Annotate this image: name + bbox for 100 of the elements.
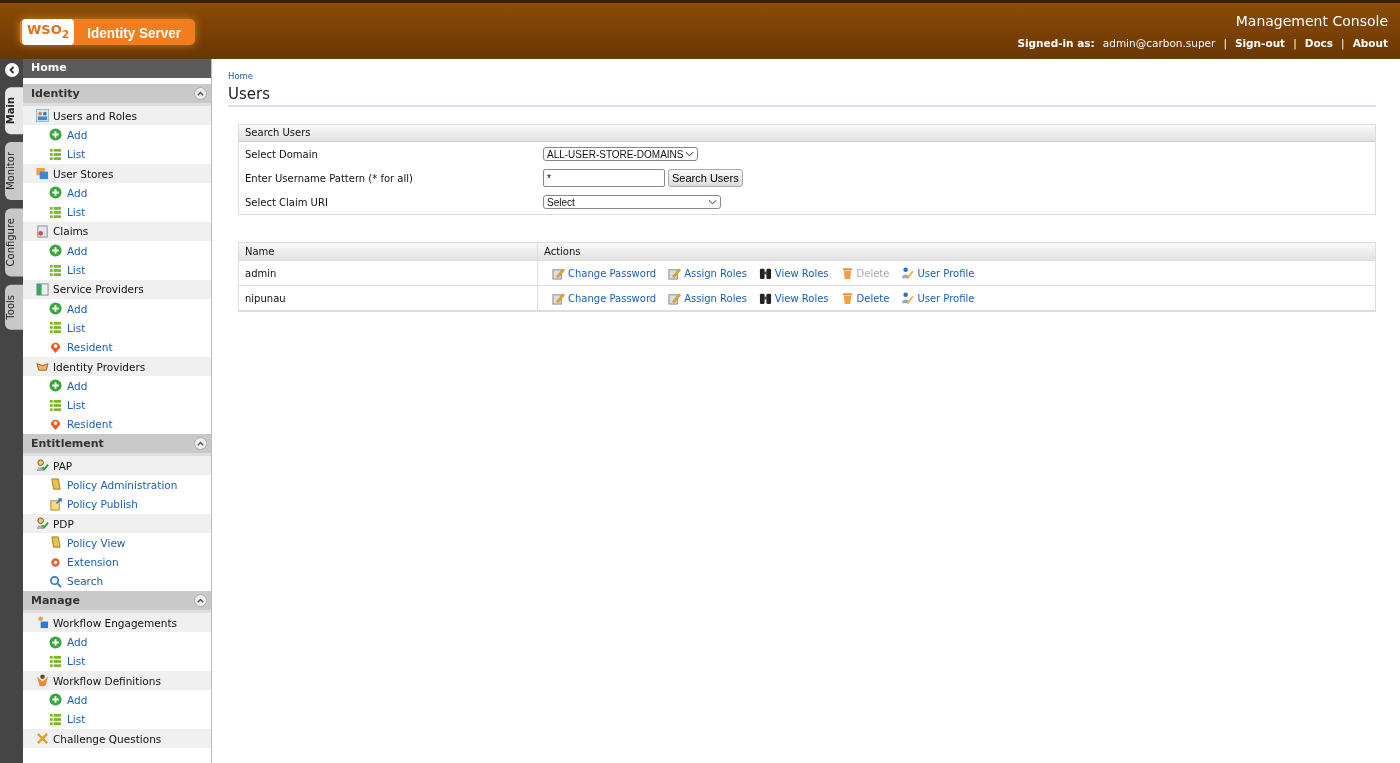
collapse-sidebar-button[interactable] (4, 63, 19, 77)
menu-link[interactable]: Add (67, 186, 88, 199)
separator: | (1223, 37, 1227, 49)
menu-link[interactable]: Add (67, 244, 88, 257)
binoculars-icon (758, 266, 772, 280)
table-cell: nipunau (239, 286, 538, 310)
category-label: PAP (53, 459, 73, 472)
action-link[interactable]: Assign Roles (668, 291, 747, 305)
menu-link[interactable]: Add (67, 636, 88, 649)
menu-link[interactable]: List (67, 399, 86, 412)
add-icon (49, 244, 62, 258)
add-icon (49, 635, 62, 649)
header-link[interactable]: Sign-out (1234, 37, 1286, 49)
search-button[interactable]: Search Users (668, 169, 743, 187)
menu-link[interactable]: Search (67, 575, 104, 588)
scroll-icon (49, 536, 62, 550)
pencil-icon (552, 291, 565, 305)
action-link[interactable]: Assign Roles (668, 266, 747, 280)
document-icon (49, 497, 62, 511)
menu-link[interactable]: Policy Administration (67, 479, 178, 491)
action-link[interactable]: User Profile (901, 266, 975, 280)
input-field[interactable]: * (543, 169, 665, 187)
category-label: Service Providers (53, 283, 144, 296)
category-label: Workflow Definitions (53, 674, 161, 687)
field-label: Enter Username Pattern (* for all) (245, 172, 414, 184)
caret-icon (685, 150, 694, 158)
menu-link[interactable]: Resident (67, 341, 113, 354)
trash-icon (840, 291, 854, 305)
menu-link[interactable]: Add (67, 693, 88, 706)
person-icon (36, 674, 49, 688)
menu-link[interactable]: Add (67, 302, 88, 315)
menu-link[interactable]: Resident (67, 418, 113, 431)
action-link[interactable]: Change Password (552, 266, 657, 280)
separator: | (1341, 37, 1345, 49)
user-edit-icon (901, 266, 915, 280)
action-link[interactable]: View Roles (758, 291, 829, 305)
collapse-icon[interactable] (196, 439, 205, 449)
action-link[interactable]: Delete (840, 291, 890, 305)
home-menu-item[interactable]: Home (23, 59, 211, 78)
section-header[interactable]: Identity (23, 84, 211, 106)
section-title: Entitlement (31, 437, 104, 451)
collapse-icon[interactable] (196, 596, 205, 606)
action-link[interactable]: Change Password (552, 291, 657, 305)
menu-link[interactable]: List (67, 206, 86, 219)
menu-link[interactable]: Add (67, 379, 88, 392)
category-label: Users and Roles (53, 109, 137, 122)
list-icon (49, 321, 62, 335)
collapse-icon[interactable] (196, 89, 205, 98)
pencil-icon (668, 291, 682, 305)
side-tab[interactable]: Configure (5, 208, 23, 277)
signed-in-label: Signed-in as: (1017, 37, 1095, 49)
menu-link[interactable]: List (67, 148, 86, 161)
category-label: Challenge Questions (53, 732, 162, 745)
logo-product: Identity Server (87, 23, 182, 41)
add-icon (49, 379, 62, 393)
people-icon (36, 109, 49, 123)
dropdown[interactable]: ALL-USER-STORE-DOMAINS (543, 147, 698, 161)
menu-link[interactable]: Add (67, 128, 88, 141)
list-icon (49, 654, 62, 668)
side-tab[interactable]: Main (5, 87, 23, 135)
side-tab[interactable]: Tools (5, 284, 23, 330)
menu-link[interactable]: Policy View (67, 536, 126, 549)
action-link[interactable]: View Roles (758, 266, 829, 280)
side-tab[interactable]: Monitor (5, 142, 23, 201)
menu-link[interactable]: List (67, 713, 86, 726)
logo-brand: WSO$_{2}$ (22, 19, 75, 45)
field-label: Select Domain (245, 148, 319, 160)
menu-link[interactable]: List (67, 264, 86, 276)
page-title: Users (228, 85, 1376, 107)
header-link[interactable]: About (1352, 37, 1388, 49)
column-header: Name (239, 243, 538, 260)
add-icon (49, 128, 62, 142)
caret-icon (708, 198, 717, 206)
category-label: User Stores (53, 167, 114, 180)
table-cell: admin (239, 261, 538, 285)
binoculars-icon (758, 291, 772, 305)
signed-in-user: admin@carbon.super (1102, 37, 1216, 49)
pin-icon (49, 417, 62, 431)
scroll-icon (49, 478, 62, 492)
chevron-left-icon (7, 66, 16, 74)
user-edit-icon (901, 291, 915, 305)
menu-link[interactable]: List (67, 655, 86, 668)
pencil-icon (668, 266, 682, 280)
dropdown[interactable]: Select (543, 195, 721, 209)
menu-link[interactable]: Policy Publish (67, 498, 138, 511)
list-icon (49, 147, 62, 161)
action-link[interactable]: User Profile (901, 291, 975, 305)
trash-icon (840, 266, 854, 280)
section-header[interactable]: Manage (23, 591, 211, 614)
section-header[interactable]: Entitlement (23, 434, 211, 457)
menu-link[interactable]: Extension (67, 556, 119, 569)
menu-link[interactable]: List (67, 321, 86, 334)
search-icon (49, 574, 62, 588)
breadcrumb-link[interactable]: Home (228, 71, 1376, 81)
header-link[interactable]: Docs (1304, 37, 1334, 49)
separator: | (1293, 37, 1297, 49)
category-label: PDP (53, 517, 74, 530)
list-icon (49, 205, 62, 219)
user-check-icon (36, 459, 49, 473)
add-icon (49, 693, 62, 707)
